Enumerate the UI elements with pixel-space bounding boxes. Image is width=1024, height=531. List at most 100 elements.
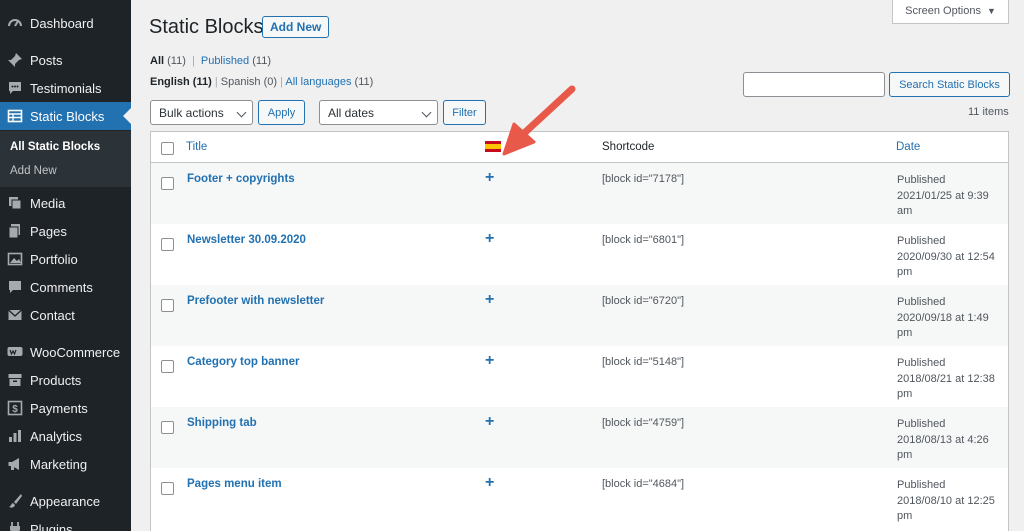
- row-checkbox[interactable]: [161, 299, 174, 312]
- bulk-actions-select[interactable]: Bulk actions: [150, 100, 253, 125]
- row-title-link[interactable]: Category top banner: [187, 356, 299, 368]
- column-date[interactable]: Date: [896, 141, 920, 153]
- table-row: Pages menu item + [block id="4684"] Publ…: [151, 468, 1008, 529]
- add-translation-icon[interactable]: +: [485, 413, 494, 431]
- sidebar-item-analytics[interactable]: Analytics: [0, 422, 131, 450]
- language-filter-links: English (11) | Spanish (0) | All languag…: [150, 76, 373, 88]
- filter-button[interactable]: Filter: [443, 100, 486, 125]
- add-new-button[interactable]: Add New: [262, 16, 330, 38]
- search-input[interactable]: [743, 72, 885, 97]
- table-icon: [7, 108, 23, 124]
- row-date: Published 2020/09/18 at 1:49 pm: [897, 296, 989, 339]
- submenu-all-static-blocks[interactable]: All Static Blocks: [10, 141, 100, 153]
- filter-spanish[interactable]: Spanish: [221, 76, 261, 88]
- sidebar-item-products[interactable]: Products: [0, 366, 131, 394]
- submenu-add-new[interactable]: Add New: [10, 165, 57, 177]
- filter-published-count: (11): [252, 55, 271, 67]
- sidebar-item-dashboard[interactable]: Dashboard: [0, 9, 131, 37]
- dates-filter-select[interactable]: All dates: [319, 100, 438, 125]
- search-static-blocks-button[interactable]: Search Static Blocks: [889, 72, 1010, 97]
- sidebar-item-label: Payments: [30, 400, 88, 416]
- sidebar-item-label: Dashboard: [30, 15, 94, 31]
- table-row: Newsletter 30.09.2020 + [block id="6801"…: [151, 224, 1008, 285]
- sidebar-item-label: Media: [30, 195, 66, 211]
- sidebar-item-comments[interactable]: Comments: [0, 273, 131, 301]
- row-checkbox[interactable]: [161, 421, 174, 434]
- sidebar-item-label: Products: [30, 372, 82, 388]
- row-title-link[interactable]: Prefooter with newsletter: [187, 295, 324, 307]
- plug-icon: [7, 521, 23, 531]
- table-row: Prefooter with newsletter + [block id="6…: [151, 285, 1008, 346]
- static-blocks-submenu: All Static Blocks Add New: [0, 131, 131, 187]
- status-filter-links: All (11) | Published (11): [150, 55, 271, 67]
- sidebar-item-posts[interactable]: Posts: [0, 46, 131, 74]
- row-checkbox[interactable]: [161, 238, 174, 251]
- megaphone-icon: [7, 456, 23, 472]
- sidebar-item-woocommerce[interactable]: WooCommerce: [0, 338, 131, 366]
- apply-button[interactable]: Apply: [258, 100, 305, 125]
- dollar-icon: $: [7, 400, 23, 416]
- add-translation-icon[interactable]: +: [485, 291, 494, 309]
- sidebar-item-label: Testimonials: [30, 80, 102, 96]
- bar-chart-icon: [7, 428, 23, 444]
- annotation-arrow-icon: [502, 85, 576, 156]
- table-row: Footer + copyrights + [block id="7178"] …: [151, 163, 1008, 224]
- row-date: Published 2018/08/10 at 12:25 pm: [897, 479, 995, 522]
- portfolio-icon: [7, 251, 23, 267]
- media-icon: [7, 195, 23, 211]
- row-shortcode: [block id="4684"]: [602, 478, 685, 490]
- row-checkbox[interactable]: [161, 360, 174, 373]
- add-translation-icon[interactable]: +: [485, 352, 494, 370]
- sidebar-item-plugins[interactable]: Plugins: [0, 515, 131, 531]
- select-all-checkbox[interactable]: [161, 142, 174, 155]
- add-translation-icon[interactable]: +: [485, 169, 494, 187]
- separator: |: [191, 55, 195, 67]
- sidebar-item-payments[interactable]: $ Payments: [0, 394, 131, 422]
- column-title[interactable]: Title: [186, 141, 207, 153]
- sidebar-item-label: Static Blocks: [30, 108, 105, 124]
- filter-english[interactable]: English: [150, 76, 190, 88]
- row-checkbox[interactable]: [161, 177, 174, 190]
- row-date: Published 2021/01/25 at 9:39 am: [897, 174, 989, 217]
- sidebar-item-portfolio[interactable]: Portfolio: [0, 245, 131, 273]
- sidebar-item-testimonials[interactable]: Testimonials: [0, 74, 131, 102]
- sidebar-item-label: Appearance: [30, 493, 101, 509]
- sidebar-item-contact[interactable]: Contact: [0, 301, 131, 329]
- static-blocks-table: Title Shortcode Date Footer + copyrights…: [150, 131, 1009, 531]
- items-count: 11 items: [968, 106, 1009, 118]
- sidebar-item-label: Posts: [30, 52, 63, 68]
- row-title-link[interactable]: Newsletter 30.09.2020: [187, 234, 306, 246]
- sidebar-item-appearance[interactable]: Appearance: [0, 487, 131, 515]
- dashboard-icon: [7, 15, 23, 31]
- sidebar-item-label: WooCommerce: [30, 344, 121, 360]
- chevron-down-icon: [236, 107, 247, 118]
- sidebar-item-label: Plugins: [30, 521, 73, 531]
- row-date: Published 2018/08/13 at 4:26 pm: [897, 418, 989, 461]
- page-title: Static Blocks: [149, 16, 264, 38]
- add-translation-icon[interactable]: +: [485, 230, 494, 248]
- row-shortcode: [block id="6720"]: [602, 295, 685, 307]
- sidebar-item-marketing[interactable]: Marketing: [0, 450, 131, 478]
- row-title-link[interactable]: Pages menu item: [187, 478, 282, 490]
- sidebar-item-label: Portfolio: [30, 251, 78, 267]
- row-checkbox[interactable]: [161, 482, 174, 495]
- sidebar-item-static-blocks[interactable]: Static Blocks: [0, 102, 131, 130]
- screen-options-button[interactable]: Screen Options ▼: [892, 0, 1009, 24]
- caret-down-icon: ▼: [986, 5, 996, 16]
- filter-all-languages[interactable]: All languages: [285, 76, 351, 88]
- filter-all[interactable]: All: [150, 55, 164, 67]
- separator: |: [214, 76, 218, 88]
- table-row: Shipping tab + [block id="4759"] Publish…: [151, 407, 1008, 468]
- chevron-down-icon: [421, 107, 432, 118]
- sidebar-item-pages[interactable]: Pages: [0, 217, 131, 245]
- filter-published[interactable]: Published: [201, 55, 249, 67]
- sidebar-item-media[interactable]: Media: [0, 189, 131, 217]
- add-translation-icon[interactable]: +: [485, 474, 494, 492]
- row-date: Published 2020/09/30 at 12:54 pm: [897, 235, 995, 278]
- row-title-link[interactable]: Shipping tab: [187, 417, 257, 429]
- row-title-link[interactable]: Footer + copyrights: [187, 173, 295, 185]
- screen-options-label: Screen Options: [905, 4, 981, 17]
- pages-icon: [7, 223, 23, 239]
- woo-icon: [7, 344, 23, 360]
- archive-icon: [7, 372, 23, 388]
